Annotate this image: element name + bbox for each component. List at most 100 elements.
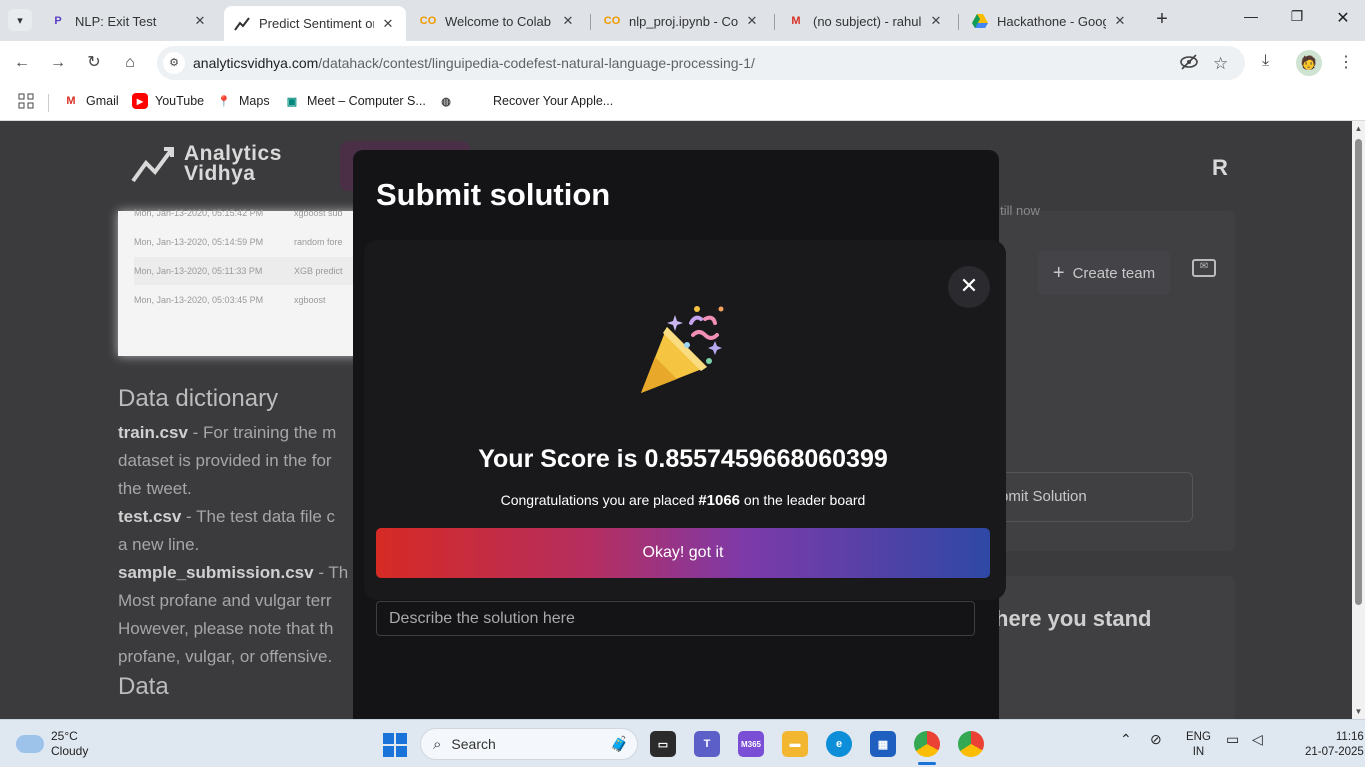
profile-avatar[interactable]: 🧑: [1294, 48, 1324, 78]
score-modal: ✕ Your Score is 0.8557459668060399 Congr…: [364, 240, 1006, 600]
tab-nlp-proj[interactable]: CO nlp_proj.ipynb - Cola ✕: [594, 6, 770, 36]
page-scrollbar[interactable]: ▲ ▼: [1352, 121, 1365, 719]
chrome-profile-icon[interactable]: [958, 731, 984, 757]
weather-condition: Cloudy: [51, 744, 89, 758]
close-tab-icon[interactable]: ✕: [928, 13, 944, 29]
chevron-up-icon[interactable]: ⌃: [1120, 731, 1132, 748]
active-app-indicator: [918, 762, 936, 765]
close-window-icon[interactable]: ✕: [1328, 8, 1358, 28]
search-icon: ⌕: [433, 735, 442, 753]
close-tab-icon[interactable]: ✕: [192, 13, 208, 29]
bookmark-apple[interactable]: Recover Your Apple...: [470, 93, 613, 109]
browser-toolbar: ← → ↻ ⌂ ⚙ analyticsvidhya.com/datahack/c…: [0, 41, 1365, 85]
taskbar-search[interactable]: ⌕ Search 🧳: [420, 728, 638, 760]
solution-description-input[interactable]: [376, 601, 975, 636]
tab-strip: ▾ P NLP: Exit Test ✕ Predict Sentiment o…: [0, 0, 1365, 41]
language-indicator[interactable]: ENG IN: [1186, 730, 1211, 760]
tab-title: NLP: Exit Test: [75, 13, 157, 29]
bookmark-label: Meet – Computer S...: [307, 94, 426, 108]
network-icon[interactable]: ⊘: [1150, 731, 1162, 748]
scrollbar-thumb[interactable]: [1355, 139, 1362, 605]
tab-title: (no subject) - rahuldh: [813, 13, 922, 29]
submissions-screenshot: Mon, Jan-13-2020, 05:15:42 PM xgboost sub…: [118, 208, 368, 356]
rank-value: #1066: [698, 492, 741, 509]
bookmarks-bar: M Gmail ▶ YouTube 📍 Maps ▣ Meet – Computer S…: [0, 85, 1365, 121]
m365-icon[interactable]: M365: [738, 731, 764, 757]
logo-text: Analytics Vidhya: [184, 142, 282, 185]
task-view-icon[interactable]: ▭: [650, 731, 676, 757]
url-text[interactable]: analyticsvidhya.com/datahack/contest/lin…: [193, 55, 755, 71]
google-drive-icon: [972, 13, 988, 29]
bookmark-maps[interactable]: 📍 Maps: [216, 93, 270, 109]
apple-icon: [470, 93, 486, 109]
bookmark-youtube[interactable]: ▶ YouTube: [132, 93, 204, 109]
menu-kebab-icon[interactable]: ⋮: [1338, 52, 1354, 72]
tab-separator: [590, 14, 591, 30]
plus-icon: +: [1052, 261, 1065, 284]
mail-icon[interactable]: ✉: [1192, 259, 1216, 277]
tab-welcome-colab[interactable]: CO Welcome to Colab - C ✕: [410, 6, 586, 36]
site-info-icon[interactable]: ⚙: [163, 52, 185, 74]
file-explorer-icon[interactable]: ▬: [782, 731, 808, 757]
forward-icon[interactable]: →: [47, 52, 69, 74]
restore-icon[interactable]: ❐: [1282, 8, 1312, 25]
bookmark-star-icon[interactable]: ☆: [1213, 54, 1228, 74]
address-bar[interactable]: ⚙ analyticsvidhya.com/datahack/contest/l…: [157, 46, 1245, 80]
dict-line: a new line.: [118, 535, 200, 554]
dict-train-line: train.csv - For training the m: [118, 423, 337, 442]
back-icon[interactable]: ←: [11, 52, 33, 74]
home-icon[interactable]: ⌂: [119, 52, 141, 74]
bookmark-label: Maps: [239, 94, 270, 108]
user-avatar[interactable]: R: [1212, 155, 1228, 181]
leaderboard-message: Congratulations you are placed #1066 on …: [500, 492, 866, 509]
tab-nlp-exit-test[interactable]: P NLP: Exit Test ✕: [40, 6, 218, 36]
submit-solution-button[interactable]: bmit Solution: [985, 472, 1193, 522]
tab-hackathone[interactable]: Hackathone - Google ✕: [962, 6, 1138, 36]
analytics-vidhya-logo[interactable]: Analytics Vidhya: [130, 143, 282, 185]
bookmark-meet[interactable]: ▣ Meet – Computer S...: [284, 93, 426, 109]
scroll-down-icon[interactable]: ▼: [1354, 707, 1363, 716]
modal-title: Submit solution: [376, 177, 611, 212]
minimize-icon[interactable]: —: [1236, 8, 1266, 24]
pearson-icon: P: [54, 15, 62, 27]
close-tab-icon[interactable]: ✕: [1112, 13, 1128, 29]
close-tab-icon[interactable]: ✕: [560, 13, 576, 29]
bookmark-gmail[interactable]: M Gmail: [63, 93, 118, 109]
store-icon[interactable]: ▦: [870, 731, 896, 757]
scroll-up-icon[interactable]: ▲: [1354, 124, 1363, 133]
windows-start-icon[interactable]: [383, 733, 407, 757]
okay-got-it-button[interactable]: Okay! got it: [376, 528, 990, 578]
tab-title: Hackathone - Google: [997, 13, 1106, 29]
close-tab-icon[interactable]: ✕: [744, 13, 760, 29]
teams-icon[interactable]: T: [694, 731, 720, 757]
tab-title: Welcome to Colab - C: [445, 13, 554, 29]
display-icon[interactable]: ▭: [1226, 731, 1239, 748]
chrome-icon[interactable]: [914, 731, 940, 757]
data-heading: Data: [118, 673, 169, 700]
score-text: Your Score is 0.8557459668060399: [478, 445, 888, 473]
eye-off-icon[interactable]: [1179, 54, 1199, 74]
tab-title: Predict Sentiment on: [259, 16, 374, 31]
apps-grid-icon[interactable]: [18, 93, 34, 109]
new-tab-button[interactable]: +: [1150, 8, 1174, 32]
bookmark-globe[interactable]: ◍: [438, 93, 461, 109]
dict-line: dataset is provided in the for: [118, 451, 332, 470]
create-team-button[interactable]: + Create team: [1038, 251, 1170, 295]
volume-icon[interactable]: ◁: [1252, 731, 1263, 748]
edge-icon[interactable]: e: [826, 731, 852, 757]
tab-predict-sentiment[interactable]: Predict Sentiment on ✕: [224, 6, 406, 41]
download-icon[interactable]: ⤓: [1262, 52, 1269, 70]
bookmark-divider: [48, 94, 49, 112]
tab-search-button[interactable]: ▾: [8, 9, 32, 31]
close-tab-icon[interactable]: ✕: [380, 16, 396, 32]
bookmark-label: Recover Your Apple...: [493, 94, 614, 108]
weather-widget[interactable]: 25°C Cloudy: [16, 729, 88, 759]
data-dictionary-heading: Data dictionary: [118, 385, 279, 412]
reload-icon[interactable]: ↻: [83, 52, 105, 74]
dict-line: profane, vulgar, or offensive.: [118, 647, 333, 666]
system-clock[interactable]: 11:16 21-07-2025: [1305, 730, 1364, 760]
party-popper-icon: [641, 306, 724, 393]
tab-gmail[interactable]: M (no subject) - rahuldh ✕: [778, 6, 954, 36]
dict-sample-line: sample_submission.csv - Th: [118, 563, 349, 582]
close-icon[interactable]: ✕: [948, 266, 990, 308]
